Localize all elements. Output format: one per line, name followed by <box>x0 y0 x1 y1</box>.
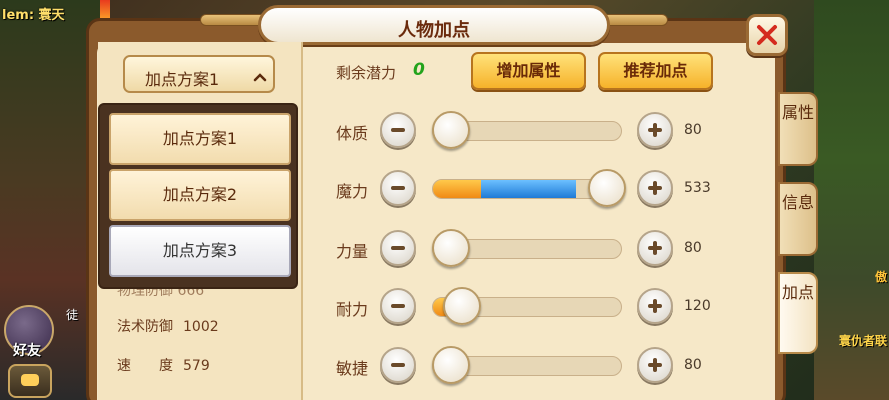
npc-name: 寰仇者联 <box>838 334 887 348</box>
stat-name: 敏捷 <box>336 359 369 378</box>
attribute-row: 速 度 579 <box>117 355 210 375</box>
stat-name: 力量 <box>336 242 369 261</box>
plan-dropdown-label: 加点方案1 <box>145 70 220 89</box>
chevron-up-icon <box>253 73 267 82</box>
stat-value: 80 <box>684 240 702 256</box>
slider-handle[interactable] <box>587 169 626 207</box>
decrease-button[interactable] <box>380 170 416 206</box>
tab-info[interactable]: 信息 <box>778 182 818 256</box>
slider-handle[interactable] <box>443 287 482 325</box>
stat-row: 魔力 533 <box>320 168 740 208</box>
decrease-button[interactable] <box>380 347 416 383</box>
tab-label: 加点 <box>781 283 814 302</box>
plan-option-3[interactable]: 加点方案3 <box>109 225 291 277</box>
plus-icon <box>648 123 662 137</box>
friend-label: 好友 <box>13 343 41 359</box>
stat-row: 敏捷 80 <box>320 345 740 385</box>
stat-row: 力量 80 <box>320 228 740 268</box>
decrease-button[interactable] <box>380 112 416 148</box>
tab-label: 信息 <box>781 193 814 212</box>
tab-label: 属性 <box>781 103 814 122</box>
decrease-button[interactable] <box>380 230 416 266</box>
stat-name: 魔力 <box>336 182 369 201</box>
slider-fill-base <box>433 180 481 198</box>
slider-fill-added <box>480 180 576 198</box>
close-icon <box>757 25 777 45</box>
increase-button[interactable] <box>637 112 673 148</box>
decrease-button[interactable] <box>380 288 416 324</box>
remaining-points-label: 剩余潜力 <box>336 64 397 82</box>
stat-row: 体质 80 <box>320 110 740 150</box>
minus-icon <box>391 363 405 367</box>
tab-attributes[interactable]: 属性 <box>778 92 818 166</box>
recommend-points-button[interactable]: 推荐加点 <box>598 52 713 90</box>
minus-icon <box>391 128 405 132</box>
stat-name: 耐力 <box>336 300 369 319</box>
attribute-label: 法术防御 <box>117 319 173 335</box>
plan-dropdown-list: 加点方案1 加点方案2 加点方案3 <box>98 103 298 289</box>
attribute-value: 579 <box>183 358 210 374</box>
plus-icon <box>648 241 662 255</box>
increase-button[interactable] <box>637 170 673 206</box>
plan-dropdown[interactable]: 加点方案1 <box>123 55 275 93</box>
npc-name: 傲 <box>874 270 887 284</box>
stat-value: 80 <box>684 357 702 373</box>
side-label: 徒 <box>66 308 79 322</box>
plus-icon <box>648 299 662 313</box>
stat-row: 耐力 120 <box>320 286 740 326</box>
attribute-value: 1002 <box>183 319 219 335</box>
slider-handle[interactable] <box>432 111 470 149</box>
attribute-label: 速 度 <box>117 358 173 374</box>
chat-icon <box>21 374 39 386</box>
increase-button[interactable] <box>637 347 673 383</box>
chat-button[interactable] <box>8 364 52 398</box>
increase-button[interactable] <box>637 288 673 324</box>
stat-value: 80 <box>684 122 702 138</box>
tab-add-points[interactable]: 加点 <box>778 272 818 354</box>
minus-icon <box>391 304 405 308</box>
attribute-row: 法术防御 1002 <box>117 316 219 336</box>
slider-handle[interactable] <box>432 229 470 267</box>
chat-line: lem: 寰天 <box>2 8 65 23</box>
stat-value: 120 <box>684 298 711 314</box>
stat-value: 533 <box>684 180 711 196</box>
stat-name: 体质 <box>336 124 369 143</box>
close-button[interactable] <box>746 14 788 56</box>
increase-button[interactable] <box>637 230 673 266</box>
add-attribute-button[interactable]: 增加属性 <box>471 52 586 90</box>
remaining-points-value: 0 <box>413 60 425 80</box>
slider-handle[interactable] <box>432 346 470 384</box>
plan-option-2[interactable]: 加点方案2 <box>109 169 291 221</box>
plus-icon <box>648 358 662 372</box>
plan-option-1[interactable]: 加点方案1 <box>109 113 291 165</box>
dialog-title: 人物加点 <box>398 20 470 41</box>
minus-icon <box>391 186 405 190</box>
minus-icon <box>391 246 405 250</box>
plus-icon <box>648 181 662 195</box>
dialog-title-plate: 人物加点 <box>258 5 610 45</box>
